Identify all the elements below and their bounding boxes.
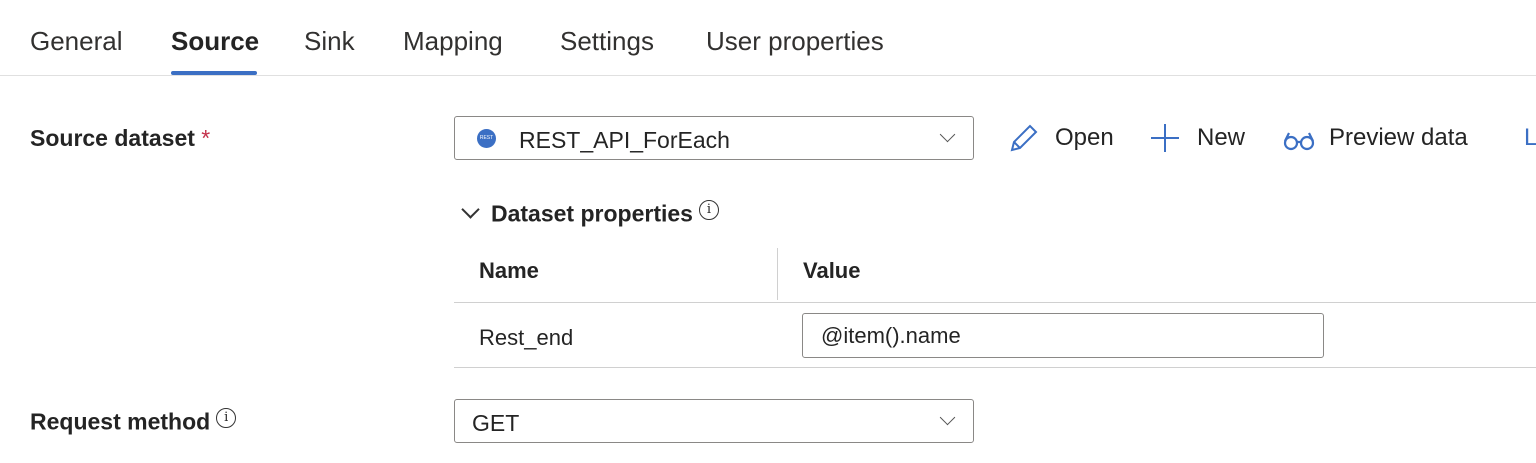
divider xyxy=(454,302,1536,303)
source-dataset-value: REST_API_ForEach xyxy=(519,127,730,153)
preview-data-button[interactable]: Preview data xyxy=(1283,124,1468,152)
open-label: Open xyxy=(1055,124,1114,151)
new-label: New xyxy=(1197,124,1246,151)
request-method-value: GET xyxy=(472,410,520,436)
plus-icon xyxy=(1151,124,1179,152)
source-dataset-label: Source dataset * xyxy=(30,125,210,152)
dataset-properties-title: Dataset properties xyxy=(491,200,693,227)
request-method-label: Request method i xyxy=(30,408,237,436)
column-divider[interactable] xyxy=(777,248,778,300)
column-header-value: Value xyxy=(803,258,861,283)
tab-sink[interactable]: Sink xyxy=(304,26,355,57)
request-method-label-text: Request method xyxy=(30,408,211,435)
source-dataset-select[interactable]: REST REST_API_ForEach xyxy=(454,116,974,160)
tab-general[interactable]: General xyxy=(30,26,123,57)
property-name: Rest_end xyxy=(479,325,574,350)
required-mark: * xyxy=(201,125,211,151)
glasses-icon xyxy=(1283,132,1315,151)
info-icon[interactable]: i xyxy=(698,200,719,220)
pencil-icon xyxy=(1010,124,1038,152)
tab-source[interactable]: Source xyxy=(171,26,259,57)
rest-icon: REST xyxy=(477,129,496,148)
divider xyxy=(454,367,1536,368)
chevron-down-icon xyxy=(461,199,480,219)
request-method-select[interactable]: GET xyxy=(454,399,974,443)
tab-settings[interactable]: Settings xyxy=(560,26,654,57)
chevron-down-icon xyxy=(939,409,956,426)
property-value-input[interactable] xyxy=(802,313,1324,358)
new-button[interactable]: New xyxy=(1149,124,1245,152)
chevron-down-icon xyxy=(939,126,956,143)
tab-mapping[interactable]: Mapping xyxy=(403,26,503,57)
column-header-name: Name xyxy=(479,258,539,283)
learn-more-link[interactable]: L xyxy=(1524,124,1536,152)
source-dataset-label-text: Source dataset xyxy=(30,125,195,151)
open-button[interactable]: Open xyxy=(1008,124,1114,152)
dataset-properties-toggle[interactable]: Dataset properties i xyxy=(460,199,719,228)
tab-user-properties[interactable]: User properties xyxy=(706,26,884,57)
preview-data-label: Preview data xyxy=(1329,124,1468,151)
active-tab-indicator xyxy=(171,71,257,75)
tab-bar: General Source Sink Mapping Settings Use… xyxy=(0,0,1536,76)
info-icon[interactable]: i xyxy=(216,408,237,428)
